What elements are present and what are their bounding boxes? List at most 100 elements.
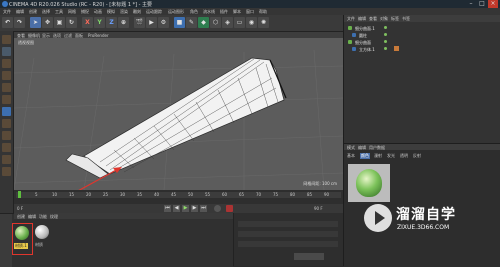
coord-row-1[interactable]: [238, 221, 338, 227]
tick-5: 5: [35, 192, 38, 197]
camera-button[interactable]: ◉: [246, 17, 257, 28]
selected-material[interactable]: 材质.1: [12, 223, 33, 255]
render-view-button[interactable]: 🎬: [134, 17, 145, 28]
timeline[interactable]: 0 5 10 15 20 25 30 35 40 45 50 55 60 65 …: [14, 190, 343, 204]
light-button[interactable]: ✺: [258, 17, 269, 28]
attr-tab-color[interactable]: 颜色: [360, 153, 370, 159]
points-mode-icon[interactable]: [2, 83, 11, 92]
material-item-2[interactable]: 材质: [33, 223, 51, 251]
keyframe-icon[interactable]: [226, 205, 233, 212]
watermark: 溜溜自学 ZIXUE.3D66.COM: [364, 200, 499, 240]
object-row[interactable]: 细分曲面.1: [348, 25, 498, 31]
attr-tab-transparency[interactable]: 透明: [400, 153, 408, 159]
tick-80: 80: [290, 192, 296, 197]
maximize-button[interactable]: □: [477, 0, 487, 8]
tick-25: 25: [103, 192, 109, 197]
polygons-mode-icon[interactable]: [2, 107, 11, 116]
visibility-dot[interactable]: [384, 33, 387, 36]
object-row[interactable]: 立方体.1: [348, 46, 498, 52]
vp-menu-prorender[interactable]: ProRender: [88, 33, 109, 38]
tick-20: 20: [86, 192, 92, 197]
mat-menu-texture[interactable]: 纹理: [50, 214, 58, 220]
move-tool-button[interactable]: ✥: [42, 17, 53, 28]
tick-45: 45: [171, 192, 177, 197]
visibility-dot[interactable]: [384, 47, 387, 50]
texture-mode-icon[interactable]: [2, 59, 11, 68]
z-axis-button[interactable]: Z: [106, 17, 117, 28]
frame-start-field[interactable]: 0 F: [17, 206, 23, 211]
y-axis-button[interactable]: Y: [94, 17, 105, 28]
playhead[interactable]: [18, 191, 21, 198]
mat-side-strip: [0, 214, 12, 267]
obj-menu-object[interactable]: 对象: [380, 16, 388, 22]
attr-mode[interactable]: 模式: [347, 145, 355, 151]
app-icon: [2, 1, 8, 7]
attr-tab-diffuse[interactable]: 漫射: [374, 153, 382, 159]
undo-button[interactable]: ↶: [2, 17, 13, 28]
subdivision-icon: [348, 40, 352, 44]
edges-mode-icon[interactable]: [2, 95, 11, 104]
tweak-icon[interactable]: [2, 131, 11, 140]
prev-key-icon[interactable]: ◀: [173, 205, 180, 212]
cylinder-icon: [352, 33, 356, 37]
attr-userdata[interactable]: 用户数据: [369, 145, 385, 151]
scale-tool-button[interactable]: ▣: [54, 17, 65, 28]
minimize-button[interactable]: –: [466, 0, 476, 8]
coord-row-3[interactable]: [238, 241, 338, 247]
redo-button[interactable]: ↷: [14, 17, 25, 28]
obj-menu-view[interactable]: 查看: [369, 16, 377, 22]
tag-icon[interactable]: [394, 46, 399, 51]
mat-menu-create[interactable]: 创建: [17, 214, 25, 220]
coord-system-button[interactable]: ⊕: [118, 17, 129, 28]
object-row[interactable]: 细分曲面: [348, 39, 498, 45]
object-row[interactable]: 圆柱: [348, 32, 498, 38]
close-button[interactable]: ×: [488, 0, 498, 8]
perspective-viewport[interactable]: 查看 摄像机 显示 选项 过滤 面板 ProRender 透视视图 网格间距: …: [14, 32, 343, 190]
obj-menu-file[interactable]: 文件: [347, 16, 355, 22]
x-axis-button[interactable]: X: [82, 17, 93, 28]
obj-menu-edit[interactable]: 编辑: [358, 16, 366, 22]
attr-tab-reflectance[interactable]: 反射: [413, 153, 421, 159]
quantize-icon[interactable]: [2, 167, 11, 176]
array-button[interactable]: ⬡: [210, 17, 221, 28]
attr-tab-basic[interactable]: 基本: [347, 153, 355, 159]
mat-menu-edit[interactable]: 编辑: [28, 214, 36, 220]
lock-workplane-icon[interactable]: [2, 155, 11, 164]
workplane-icon[interactable]: [2, 71, 11, 80]
go-start-icon[interactable]: ⏮: [164, 205, 171, 212]
rotate-tool-button[interactable]: ↻: [66, 17, 77, 28]
coord-row-2[interactable]: [238, 231, 338, 237]
attr-edit[interactable]: 编辑: [358, 145, 366, 151]
tube-model[interactable]: [65, 57, 287, 179]
obj-menu-bookmark[interactable]: 书签: [402, 16, 410, 22]
frame-end-field[interactable]: 90 F: [314, 206, 323, 211]
obj-menu-tag[interactable]: 标签: [391, 16, 399, 22]
make-editable-icon[interactable]: [2, 35, 11, 44]
cube-icon: [352, 47, 356, 51]
grid-distance: 网格间距: 100 cm: [303, 181, 337, 186]
material-label-1: 材质.1: [14, 243, 28, 249]
floor-button[interactable]: ▭: [234, 17, 245, 28]
deformer-button[interactable]: ◈: [222, 17, 233, 28]
tick-40: 40: [154, 192, 160, 197]
visibility-dot[interactable]: [384, 26, 387, 29]
tick-85: 85: [307, 192, 313, 197]
model-mode-icon[interactable]: [2, 47, 11, 56]
mat-menu-function[interactable]: 功能: [39, 214, 47, 220]
play-icon[interactable]: ▶: [182, 205, 189, 212]
attr-tab-luminance[interactable]: 发光: [387, 153, 395, 159]
cube-object-button[interactable]: ■: [174, 17, 185, 28]
subdivision-button[interactable]: ◆: [198, 17, 209, 28]
next-key-icon[interactable]: ▶: [191, 205, 198, 212]
apply-button[interactable]: [294, 253, 324, 260]
visibility-dot[interactable]: [384, 40, 387, 43]
pen-spline-button[interactable]: ✎: [186, 17, 197, 28]
snap-icon[interactable]: [2, 143, 11, 152]
go-end-icon[interactable]: ⏭: [200, 205, 207, 212]
record-icon[interactable]: [214, 205, 221, 212]
select-tool-button[interactable]: ➤: [30, 17, 41, 28]
render-picture-viewer-button[interactable]: ▶: [146, 17, 157, 28]
tick-55: 55: [205, 192, 211, 197]
axis-mode-icon[interactable]: [2, 119, 11, 128]
render-settings-button[interactable]: ⚙: [158, 17, 169, 28]
